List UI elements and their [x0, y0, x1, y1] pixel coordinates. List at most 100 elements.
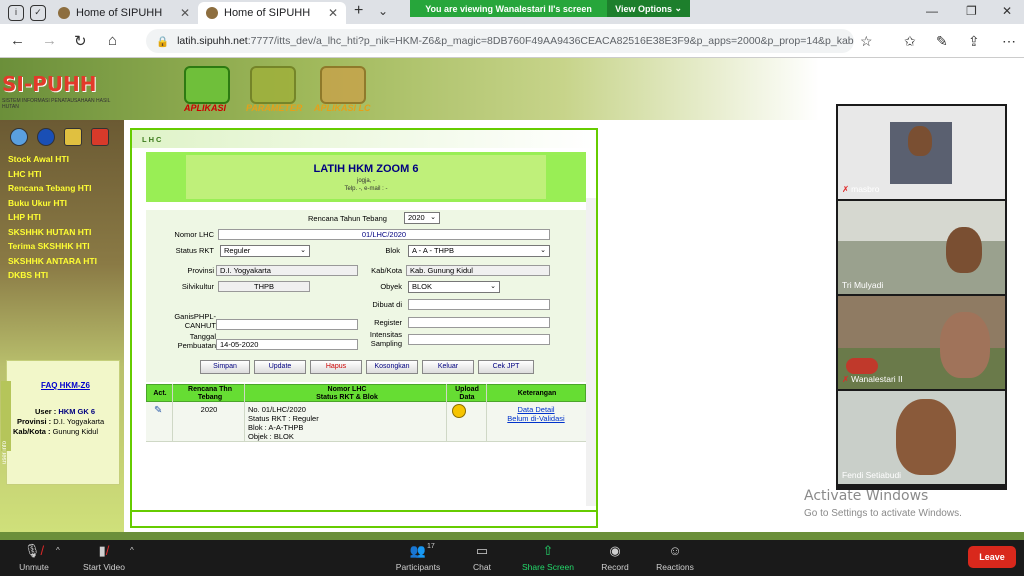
chevron-up-icon[interactable]: ^ — [130, 546, 134, 555]
sidebar-item-dkbs[interactable]: DKBS HTI — [8, 270, 97, 285]
menu-aplikasi[interactable]: APLIKASI — [184, 103, 226, 113]
tanggal-input[interactable]: 14-05-2020 — [216, 339, 358, 350]
participants-button[interactable]: 👥 Participants — [386, 543, 450, 573]
pen-icon[interactable]: ✎ — [936, 33, 948, 50]
power-icon[interactable] — [91, 128, 109, 146]
record-button[interactable]: ◉ Record — [583, 543, 647, 573]
menu-aplikasi-lc[interactable]: APLIKASI LC — [314, 103, 371, 113]
keluar-button[interactable]: Keluar — [422, 360, 474, 374]
share-screen-button[interactable]: ⇧ Share Screen — [516, 543, 580, 573]
kabkota-input[interactable]: Kab. Gunung Kidul — [406, 265, 550, 276]
sidebar: Stock Awal HTI LHC HTI Rencana Tebang HT… — [0, 120, 124, 532]
start-video-button[interactable]: ▮/ Start Video — [72, 543, 136, 573]
blok-select[interactable]: A - A - THPB ⌄ — [408, 245, 550, 257]
simpan-button[interactable]: Simpan — [200, 360, 250, 374]
tab-active[interactable]: Home of SIPUHH ✕ — [198, 2, 346, 24]
minimize-icon[interactable]: — — [926, 4, 938, 18]
tab-inactive[interactable]: Home of SIPUHH ✕ — [50, 2, 198, 24]
chat-button[interactable]: ▭ Chat — [450, 543, 514, 573]
participant-name: ✗ Wanalestari II — [842, 374, 903, 384]
key-icon[interactable] — [64, 128, 82, 146]
sidebar-item-skshhk-antara[interactable]: SKSHHK ANTARA HTI — [8, 256, 97, 271]
workspaces-icon[interactable]: i — [8, 5, 24, 21]
cek-jpt-button[interactable]: Cek JPT — [478, 360, 534, 374]
tab-title: Home of SIPUHH — [76, 7, 163, 19]
favorites-icon[interactable]: ✩ — [904, 33, 916, 50]
globe-icon[interactable] — [10, 128, 28, 146]
data-detail-link[interactable]: Data Detail — [488, 405, 584, 414]
ganis-input[interactable] — [216, 319, 358, 330]
unmute-label: Unmute — [19, 562, 49, 572]
edit-icon[interactable]: ✎ — [154, 406, 162, 416]
provinsi-label: Provinsi : — [17, 417, 52, 426]
sidebar-item-rencana-tebang[interactable]: Rencana Tebang HTI — [8, 183, 97, 198]
kab-label: Kab/Kota — [371, 266, 402, 275]
chevron-up-icon[interactable]: ^ — [56, 546, 60, 555]
url-input[interactable]: 🔒 latih.sipuhh.net:7777/itts_dev/a_lhc_h… — [146, 29, 854, 53]
panel-subtitle-address: jogja, - — [356, 178, 375, 184]
forward-icon[interactable]: → — [42, 32, 57, 49]
rencana-select[interactable]: 2020 ⌄ — [404, 212, 440, 224]
help-icon[interactable] — [37, 128, 55, 146]
leave-button[interactable]: Leave — [968, 546, 1016, 568]
faq-link[interactable]: FAQ HKM-Z6 — [41, 381, 90, 390]
chevron-down-icon[interactable]: ⌄ — [378, 4, 388, 18]
update-button[interactable]: Update — [254, 360, 306, 374]
window-close-icon[interactable]: ✕ — [1002, 4, 1012, 18]
reactions-button[interactable]: ☺ Reactions — [643, 543, 707, 573]
dibuat-input[interactable] — [408, 299, 550, 310]
participants-label: Participants — [395, 562, 441, 572]
panel-scrollbar[interactable] — [586, 198, 596, 506]
activate-windows-title: Activate Windows — [804, 488, 929, 504]
obyek-label: Obyek — [380, 282, 402, 291]
video-tile[interactable]: ✗ masbro — [838, 106, 1005, 199]
participant-face — [946, 227, 982, 273]
silvikultur-input[interactable]: THPB — [218, 281, 310, 292]
view-options-button[interactable]: View Options ⌄ — [607, 0, 690, 17]
nomor-lhc-input[interactable]: 01/LHC/2020 — [218, 229, 550, 240]
obyek-select[interactable]: BLOK ⌄ — [408, 281, 500, 293]
aplikasi-lc-icon[interactable] — [320, 66, 366, 104]
hapus-button[interactable]: Hapus — [310, 360, 362, 374]
sidebar-icon-row — [10, 128, 114, 146]
provinsi-input[interactable]: D.I. Yogyakarta — [216, 265, 358, 276]
close-icon[interactable]: ✕ — [328, 6, 338, 20]
intensitas-input[interactable] — [408, 334, 550, 345]
video-tile[interactable]: Fendi Setiabudi — [838, 391, 1005, 484]
close-icon[interactable]: ✕ — [180, 6, 190, 20]
sidebar-item-lhp[interactable]: LHP HTI — [8, 212, 97, 227]
kosongkan-button[interactable]: Kosongkan — [366, 360, 418, 374]
participant-face — [940, 312, 990, 378]
back-icon[interactable]: ← — [10, 32, 25, 49]
restore-icon[interactable]: ❐ — [966, 4, 977, 18]
participant-name: ✗ masbro — [842, 184, 880, 194]
sidebar-item-lhc[interactable]: LHC HTI — [8, 169, 97, 184]
home-icon[interactable]: ⌂ — [108, 32, 117, 49]
video-tile[interactable]: Tri Mulyadi — [838, 201, 1005, 294]
sidebar-item-buku-ukur[interactable]: Buku Ukur HTI — [8, 198, 97, 213]
new-tab-icon[interactable]: + — [354, 2, 363, 20]
menu-parameter[interactable]: PARAMETER — [246, 103, 302, 113]
status-rkt-select[interactable]: Reguler ⌄ — [220, 245, 310, 257]
sidebar-item-skshhk-hutan[interactable]: SKSHHK HUTAN HTI — [8, 227, 97, 242]
shield-icon[interactable]: ✓ — [30, 5, 46, 21]
user-info-tab[interactable]: user info — [1, 381, 11, 464]
upload-icon[interactable] — [452, 404, 466, 418]
register-input[interactable] — [408, 317, 550, 328]
video-tile[interactable]: ✗ Wanalestari II — [838, 296, 1005, 389]
reload-icon[interactable]: ↻ — [74, 32, 87, 50]
star-icon[interactable]: ☆ — [860, 33, 873, 50]
validasi-link[interactable]: Belum di-Validasi — [488, 414, 584, 423]
panel-header: LHC — [132, 130, 596, 148]
sidebar-item-stock-awal[interactable]: Stock Awal HTI — [8, 154, 97, 169]
more-icon[interactable]: ⋯ — [1002, 33, 1016, 50]
chat-icon: ▭ — [475, 543, 489, 558]
sidebar-item-terima-skshhk[interactable]: Terima SKSHHK HTI — [8, 241, 97, 256]
url-host: latih.sipuhh.net — [177, 35, 248, 47]
site-favicon-icon — [58, 7, 70, 19]
cell-nomor: No. 01/LHC/2020 — [248, 405, 306, 414]
parameter-icon[interactable] — [250, 66, 296, 104]
share-icon[interactable]: ⇪ — [968, 33, 980, 50]
column-divider — [446, 384, 447, 442]
aplikasi-icon[interactable] — [184, 66, 230, 104]
